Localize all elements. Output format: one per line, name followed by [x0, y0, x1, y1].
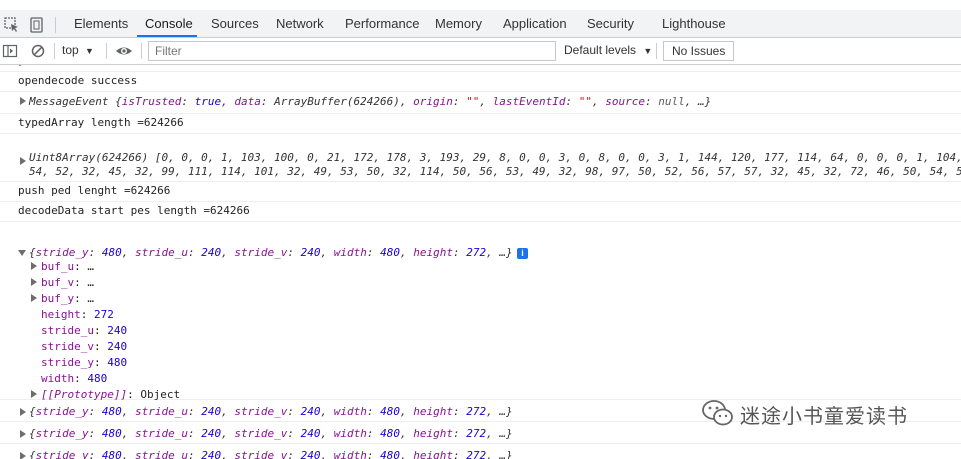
object-property[interactable]: buf_v: …: [41, 275, 94, 291]
expand-triangle-icon[interactable]: [20, 430, 26, 438]
log-text: push ped lenght =624266: [18, 184, 171, 197]
object-summary[interactable]: {stride_y: 480, stride_u: 240, stride_v:…: [29, 404, 513, 420]
log-text: decodeData start pes length =624266: [18, 204, 250, 217]
object-summary[interactable]: {stride_y: 480, stride_u: 240, stride_v:…: [29, 448, 513, 459]
info-icon[interactable]: i: [517, 248, 528, 259]
collapse-triangle-icon[interactable]: [18, 250, 26, 256]
expand-triangle-icon[interactable]: [20, 452, 26, 459]
tab-application[interactable]: Application: [503, 10, 567, 38]
message-event-summary[interactable]: MessageEvent {isTrusted: true, data: Arr…: [29, 94, 711, 110]
device-toolbar-icon[interactable]: [28, 16, 46, 34]
truncated-previous-message: ▸: [18, 65, 25, 72]
context-value: top: [62, 43, 79, 57]
console-toolbar: top ▼ Default levels ▼ No Issues: [0, 38, 961, 65]
console-message: MessageEvent {isTrusted: true, data: Arr…: [0, 92, 961, 114]
chevron-down-icon: ▼: [643, 46, 653, 56]
expand-triangle-icon[interactable]: [31, 278, 37, 286]
console-message: {stride_y: 480, stride_u: 240, stride_v:…: [0, 222, 961, 401]
toolbar-divider: [106, 43, 107, 59]
tab-security[interactable]: Security: [587, 10, 634, 38]
console-message: typedArray length =624266: [0, 114, 961, 134]
tab-performance[interactable]: Performance: [345, 10, 419, 38]
log-text: opendecode success: [18, 74, 138, 87]
console-message: decodeData start pes length =624266: [0, 202, 961, 222]
devtools-tabbar: Elements Console Sources Network Perform…: [0, 0, 961, 38]
expand-triangle-icon[interactable]: [20, 408, 26, 416]
tab-elements[interactable]: Elements: [74, 10, 128, 38]
object-property[interactable]: buf_y: …: [41, 291, 94, 307]
inspect-element-icon[interactable]: [3, 16, 21, 34]
toolbar-divider: [54, 43, 55, 59]
log-levels-dropdown[interactable]: Default levels ▼: [564, 43, 652, 57]
issues-button[interactable]: No Issues: [663, 41, 735, 61]
object-property: width: 480: [41, 372, 108, 385]
object-property: stride_y: 480: [41, 356, 128, 369]
object-property: height: 272: [41, 308, 114, 321]
expand-triangle-icon[interactable]: [31, 294, 37, 302]
toolbar-divider: [656, 43, 657, 59]
sidebar-toggle-icon[interactable]: [2, 43, 18, 59]
chevron-down-icon: ▼: [85, 46, 94, 56]
tab-console[interactable]: Console: [145, 10, 193, 38]
expand-triangle-icon[interactable]: [20, 157, 26, 165]
wechat-logo-icon: [702, 400, 733, 426]
tab-sources[interactable]: Sources: [211, 10, 259, 38]
object-summary[interactable]: {stride_y: 480, stride_u: 240, stride_v:…: [29, 426, 513, 442]
console-message: ▸: [0, 65, 961, 72]
tab-memory[interactable]: Memory: [435, 10, 482, 38]
expand-triangle-icon[interactable]: [31, 390, 37, 398]
uint8array-preview-line2: 54, 52, 32, 45, 32, 99, 111, 114, 101, 3…: [29, 165, 961, 178]
context-selector[interactable]: top ▼: [62, 43, 94, 57]
live-expression-eye-icon[interactable]: [115, 43, 133, 59]
tabbar-divider: [55, 17, 56, 33]
window-top-strip: [0, 0, 961, 10]
object-property: stride_v: 240: [41, 340, 128, 353]
tab-network[interactable]: Network: [276, 10, 324, 38]
filter-input[interactable]: [148, 41, 556, 61]
object-property: stride_u: 240: [41, 324, 128, 337]
clear-console-icon[interactable]: [30, 43, 46, 59]
expand-triangle-icon[interactable]: [20, 97, 26, 105]
active-tab-indicator: [137, 35, 197, 37]
console-message: push ped lenght =624266: [0, 182, 961, 202]
toolbar-divider: [141, 43, 142, 59]
object-property[interactable]: buf_u: …: [41, 259, 94, 275]
expand-triangle-icon[interactable]: [31, 262, 37, 270]
watermark-text: 迷途小书童爱读书: [740, 404, 908, 428]
object-summary[interactable]: {stride_y: 480, stride_u: 240, stride_v:…: [29, 245, 513, 261]
console-message: opendecode success: [0, 72, 961, 92]
console-message: {stride_y: 480, stride_u: 240, stride_v:…: [0, 444, 961, 459]
tab-lighthouse[interactable]: Lighthouse: [662, 10, 726, 38]
log-text: typedArray length =624266: [18, 116, 184, 129]
console-message: Uint8Array(624266) [0, 0, 0, 1, 103, 100…: [0, 134, 961, 182]
log-levels-label: Default levels: [564, 43, 637, 57]
